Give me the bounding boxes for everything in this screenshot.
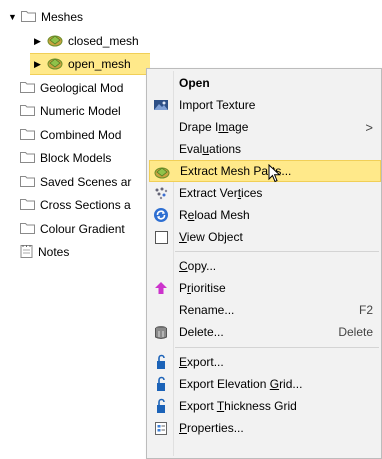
menu-item-evaluations[interactable]: Evaluations — [149, 138, 381, 160]
menu-item-label: Prioritise — [179, 281, 226, 295]
menu-item-view-object[interactable]: View Object — [149, 226, 381, 248]
menu-item-label: Properties... — [179, 421, 244, 435]
menu-item-label: Export... — [179, 355, 224, 369]
menu-item-extract-mesh-parts[interactable]: Extract Mesh Parts... — [149, 160, 381, 182]
menu-item-label: Extract Vertices — [179, 186, 263, 200]
shortcut-label: Delete — [338, 325, 373, 339]
tree-item-meshes[interactable]: ▼ Meshes — [8, 6, 83, 28]
reload-mesh-icon — [153, 207, 169, 223]
menu-item-rename[interactable]: Rename... F2 — [149, 299, 381, 321]
tree-item-geological-models[interactable]: Geological Mod — [20, 77, 123, 99]
collapse-arrow-icon[interactable]: ▶ — [34, 59, 44, 70]
menu-item-drape-image[interactable]: Drape Image > — [149, 116, 381, 138]
import-texture-icon — [153, 97, 169, 113]
mouse-cursor-icon — [268, 163, 282, 187]
folder-icon — [20, 104, 35, 119]
export-icon — [153, 398, 169, 414]
tree-item-block-models[interactable]: Block Models — [20, 147, 111, 169]
tree-item-closed-mesh[interactable]: ▶ closed_mesh — [34, 30, 139, 52]
tree-item-cross-sections[interactable]: Cross Sections a — [20, 194, 131, 216]
tree-item-notes[interactable]: Notes — [20, 241, 69, 263]
folder-icon — [20, 128, 35, 143]
menu-item-reload-mesh[interactable]: Reload Mesh — [149, 204, 381, 226]
delete-bin-icon — [153, 324, 169, 340]
menu-item-import-texture[interactable]: Import Texture — [149, 94, 381, 116]
menu-item-properties[interactable]: Properties... — [149, 417, 381, 439]
tree-item-label: Saved Scenes ar — [40, 175, 132, 189]
export-icon — [153, 376, 169, 392]
properties-icon — [153, 420, 169, 436]
menu-item-label: Export Thickness Grid — [179, 399, 297, 413]
folder-icon — [20, 151, 35, 166]
tree-item-label: closed_mesh — [68, 34, 139, 48]
menu-item-export-thickness-grid[interactable]: Export Thickness Grid — [149, 395, 381, 417]
folder-icon — [20, 198, 35, 213]
menu-item-label: Reload Mesh — [179, 208, 250, 222]
menu-item-export-elevation-grid[interactable]: Export Elevation Grid... — [149, 373, 381, 395]
shortcut-label: F2 — [358, 303, 373, 317]
menu-item-delete[interactable]: Delete... Delete — [149, 321, 381, 343]
menu-item-label: Evaluations — [179, 142, 242, 156]
tree-item-open-mesh[interactable]: ▶ open_mesh — [30, 53, 150, 75]
menu-item-prioritise[interactable]: Prioritise — [149, 277, 381, 299]
context-menu: Open Import Texture Drape Image > Evalua… — [146, 68, 382, 459]
menu-item-label: View Object — [179, 230, 243, 244]
tree-item-label: Notes — [38, 245, 70, 259]
mesh-icon — [47, 33, 63, 50]
folder-icon — [21, 10, 36, 25]
tree-item-saved-scenes[interactable]: Saved Scenes ar — [20, 171, 131, 193]
folder-icon — [20, 81, 35, 96]
menu-item-copy[interactable]: Copy... — [149, 255, 381, 277]
menu-item-extract-vertices[interactable]: Extract Vertices — [149, 182, 381, 204]
tree-item-combined-models[interactable]: Combined Mod — [20, 124, 121, 146]
tree-item-label: Geological Mod — [40, 81, 124, 95]
menu-item-label: Drape Image — [179, 120, 249, 134]
tree-item-label: Block Models — [40, 151, 112, 165]
checkbox-icon[interactable] — [153, 229, 169, 245]
prioritise-arrow-icon — [153, 280, 169, 296]
menu-separator — [175, 347, 379, 348]
folder-icon — [20, 175, 35, 190]
menu-item-label: Import Texture — [179, 98, 256, 112]
menu-item-label: Export Elevation Grid... — [179, 377, 303, 391]
menu-separator — [175, 251, 379, 252]
tree-item-label: Numeric Model — [40, 104, 121, 118]
submenu-arrow-icon: > — [365, 119, 373, 135]
folder-icon — [20, 222, 35, 237]
menu-item-label: Open — [179, 76, 210, 90]
tree-item-label: Cross Sections a — [40, 198, 131, 212]
tree-item-label: open_mesh — [68, 57, 131, 71]
tree-item-numeric-models[interactable]: Numeric Model — [20, 100, 121, 122]
mesh-icon — [47, 56, 63, 73]
tree-item-label: Combined Mod — [40, 128, 122, 142]
menu-item-export[interactable]: Export... — [149, 351, 381, 373]
menu-item-label: Copy... — [179, 259, 217, 273]
menu-item-label: Rename... — [179, 303, 235, 317]
tree-item-label: Colour Gradient — [40, 222, 125, 236]
expand-arrow-icon[interactable]: ▼ — [8, 12, 18, 22]
tree-item-label: Meshes — [41, 10, 84, 24]
collapse-arrow-icon[interactable]: ▶ — [34, 36, 44, 47]
menu-item-label: Delete... — [179, 325, 224, 339]
notes-icon — [20, 244, 33, 261]
menu-item-open[interactable]: Open — [149, 72, 381, 94]
extract-vertices-icon — [153, 185, 169, 201]
extract-mesh-parts-icon — [154, 164, 170, 180]
tree-item-colour-gradients[interactable]: Colour Gradient — [20, 218, 125, 240]
export-icon — [153, 354, 169, 370]
